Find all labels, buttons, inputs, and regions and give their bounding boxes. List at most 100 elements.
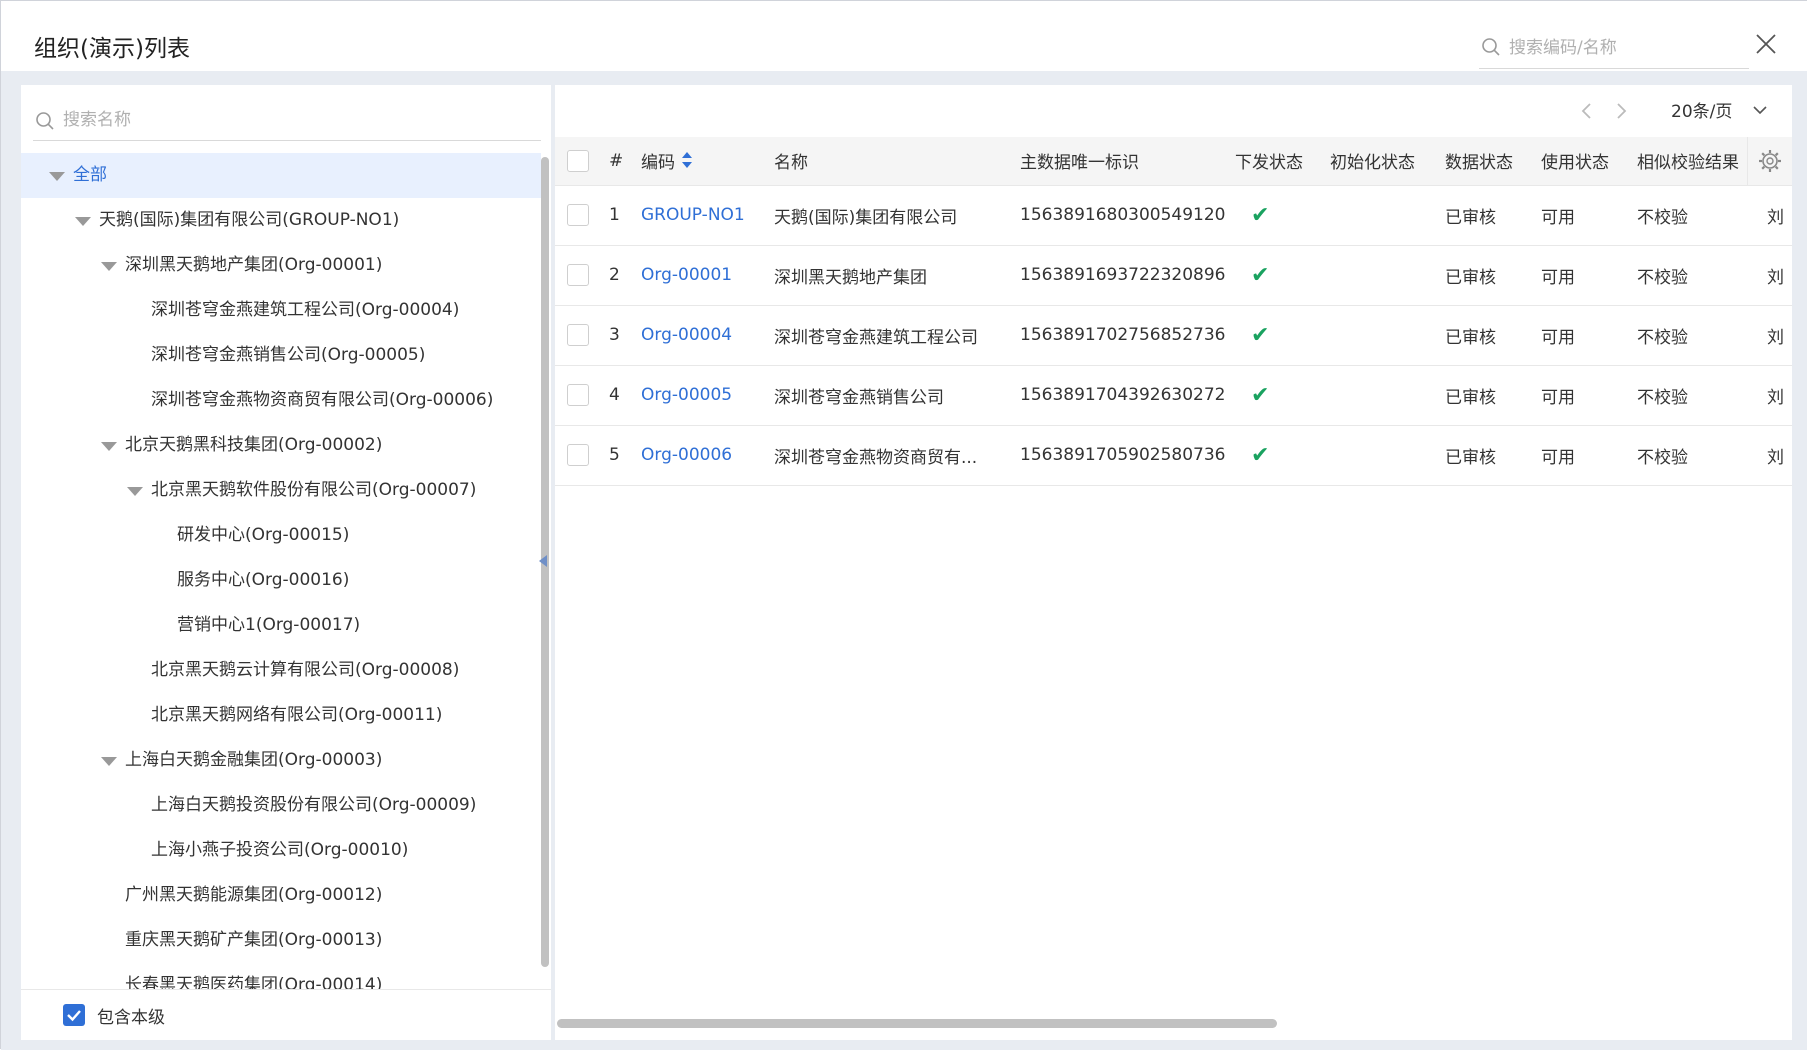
header-search[interactable] [1479,31,1749,69]
tree-node-label: 北京黑天鹅云计算有限公司(Org-00008) [151,660,460,680]
tree-node[interactable]: 研发中心(Org-00015) [21,513,541,558]
row-checkbox[interactable] [567,444,589,466]
tree-footer: 包含本级 [21,989,551,1040]
cell-extra: 刘 [1759,305,1792,366]
cell-use-status: 可用 [1533,245,1629,306]
cell-index: 2 [601,245,633,306]
tree-node[interactable]: 深圳苍穹金燕销售公司(Org-00005) [21,333,541,378]
cell-init [1322,365,1437,426]
table-row[interactable]: 3 Org-00004 深圳苍穹金燕建筑工程公司 156389170275685273… [555,305,1792,366]
cell-name: 深圳苍穹金燕销售公司 [766,365,1012,426]
org-list-dialog: 组织(演示)列表 全部天鹅(国际)集团有限公司(GROUP-NO1) 深圳黑天鹅地… [0,0,1807,1050]
tree-node[interactable]: 营销中心1(Org-00017) [21,603,541,648]
tree-search[interactable] [33,101,541,141]
col-dispatch: 下发状态 [1227,137,1322,186]
table-row[interactable]: 1 GROUP-NO1 天鹅(国际)集团有限公司 156389168030054912… [555,185,1792,246]
table-horizontal-scrollbar[interactable] [557,1019,1277,1028]
include-self-checkbox[interactable] [63,1004,85,1026]
cell-extra: 刘 [1759,425,1792,486]
cell-init [1322,185,1437,246]
tree-node-label: 上海白天鹅金融集团(Org-00003) [125,750,383,770]
tree-node-label: 上海白天鹅投资股份有限公司(Org-00009) [151,795,477,815]
cell-init [1322,245,1437,306]
next-page-icon[interactable] [1609,99,1633,123]
cell-use-status: 可用 [1533,425,1629,486]
cell-dispatch: ✔ [1227,185,1322,246]
prev-page-icon[interactable] [1575,99,1599,123]
tree-node[interactable]: 上海白天鹅金融集团(Org-00003) [21,738,541,783]
row-checkbox[interactable] [567,264,589,286]
tree-node-label: 北京黑天鹅网络有限公司(Org-00011) [151,705,443,725]
cell-dispatch: ✔ [1227,425,1322,486]
sort-icon[interactable] [681,151,693,174]
tree-node-label: 深圳黑天鹅地产集团(Org-00001) [125,255,383,275]
caret-down-icon[interactable] [49,172,65,181]
caret-down-icon[interactable] [127,487,143,496]
cell-code[interactable]: Org-00006 [633,425,766,486]
table-row[interactable]: 5 Org-00006 深圳苍穹金燕物资商贸有... 1563891705902580… [555,425,1792,486]
cell-code[interactable]: Org-00005 [633,365,766,426]
tree-node[interactable]: 北京黑天鹅云计算有限公司(Org-00008) [21,648,541,693]
cell-data-status: 已审核 [1437,365,1533,426]
tree-node[interactable]: 北京黑天鹅网络有限公司(Org-00011) [21,693,541,738]
column-settings-icon[interactable] [1747,137,1792,185]
tree-node[interactable]: 上海小燕子投资公司(Org-00010) [21,828,541,873]
cell-code[interactable]: Org-00004 [633,305,766,366]
cell-name: 深圳苍穹金燕建筑工程公司 [766,305,1012,366]
cell-code[interactable]: Org-00001 [633,245,766,306]
cell-index: 1 [601,185,633,246]
tree-node[interactable]: 长春黑天鹅医药集团(Org-00014) [21,963,541,989]
page-size-value: 20条/页 [1671,102,1733,122]
row-checkbox[interactable] [567,384,589,406]
tree-node[interactable]: 深圳黑天鹅地产集团(Org-00001) [21,243,541,288]
include-self-label: 包含本级 [97,1008,165,1028]
table-row[interactable]: 2 Org-00001 深圳黑天鹅地产集团 1563891693722320896 ✔ 已… [555,245,1792,306]
caret-down-icon[interactable] [101,262,117,271]
tree-node[interactable]: 北京黑天鹅软件股份有限公司(Org-00007) [21,468,541,513]
pager: 20条/页 [555,85,1792,137]
tree-node-label: 北京天鹅黑科技集团(Org-00002) [125,435,383,455]
tree-node[interactable]: 广州黑天鹅能源集团(Org-00012) [21,873,541,918]
cell-init [1322,305,1437,366]
tree-node-label: 重庆黑天鹅矿产集团(Org-00013) [125,930,383,950]
tree-node[interactable]: 天鹅(国际)集团有限公司(GROUP-NO1) [21,198,541,243]
cell-init [1322,425,1437,486]
caret-down-icon[interactable] [101,757,117,766]
dialog-title: 组织(演示)列表 [34,36,190,62]
caret-down-icon[interactable] [75,217,91,226]
table-body: 1 GROUP-NO1 天鹅(国际)集团有限公司 156389168030054912… [555,185,1792,486]
table-row[interactable]: 4 Org-00005 深圳苍穹金燕销售公司 1563891704392630272 ✔… [555,365,1792,426]
col-code[interactable]: 编码 [633,137,766,186]
tree-node-label: 上海小燕子投资公司(Org-00010) [151,840,409,860]
tree-node-label: 深圳苍穹金燕销售公司(Org-00005) [151,345,426,365]
close-icon[interactable] [1751,29,1781,59]
cell-uid: 1563891702756852736 [1012,305,1227,366]
tree-node[interactable]: 北京天鹅黑科技集团(Org-00002) [21,423,541,468]
cell-index: 4 [601,365,633,426]
select-all-checkbox[interactable] [567,149,589,172]
row-checkbox[interactable] [567,204,589,226]
cell-index: 3 [601,305,633,366]
row-checkbox[interactable] [567,324,589,346]
tree-node[interactable]: 深圳苍穹金燕物资商贸有限公司(Org-00006) [21,378,541,423]
cell-similar: 不校验 [1629,305,1759,366]
tree-node-label: 研发中心(Org-00015) [177,525,350,545]
cell-use-status: 可用 [1533,185,1629,246]
caret-down-icon[interactable] [101,442,117,451]
col-code-label: 编码 [641,152,675,173]
tree-node-label: 长春黑天鹅医药集团(Org-00014) [125,975,383,989]
tree-node[interactable]: 上海白天鹅投资股份有限公司(Org-00009) [21,783,541,828]
cell-code[interactable]: GROUP-NO1 [633,185,766,246]
tree-node[interactable]: 全部 [21,153,541,198]
cell-data-status: 已审核 [1437,305,1533,366]
page-size-select[interactable]: 20条/页 [1671,97,1767,122]
col-uid: 主数据唯一标识 [1012,137,1227,186]
header-search-input[interactable] [1509,33,1739,63]
cell-data-status: 已审核 [1437,245,1533,306]
tree-node[interactable]: 服务中心(Org-00016) [21,558,541,603]
cell-dispatch: ✔ [1227,305,1322,366]
cell-name: 深圳黑天鹅地产集团 [766,245,1012,306]
tree-node[interactable]: 重庆黑天鹅矿产集团(Org-00013) [21,918,541,963]
tree-node[interactable]: 深圳苍穹金燕建筑工程公司(Org-00004) [21,288,541,333]
tree-search-input[interactable] [63,105,523,135]
